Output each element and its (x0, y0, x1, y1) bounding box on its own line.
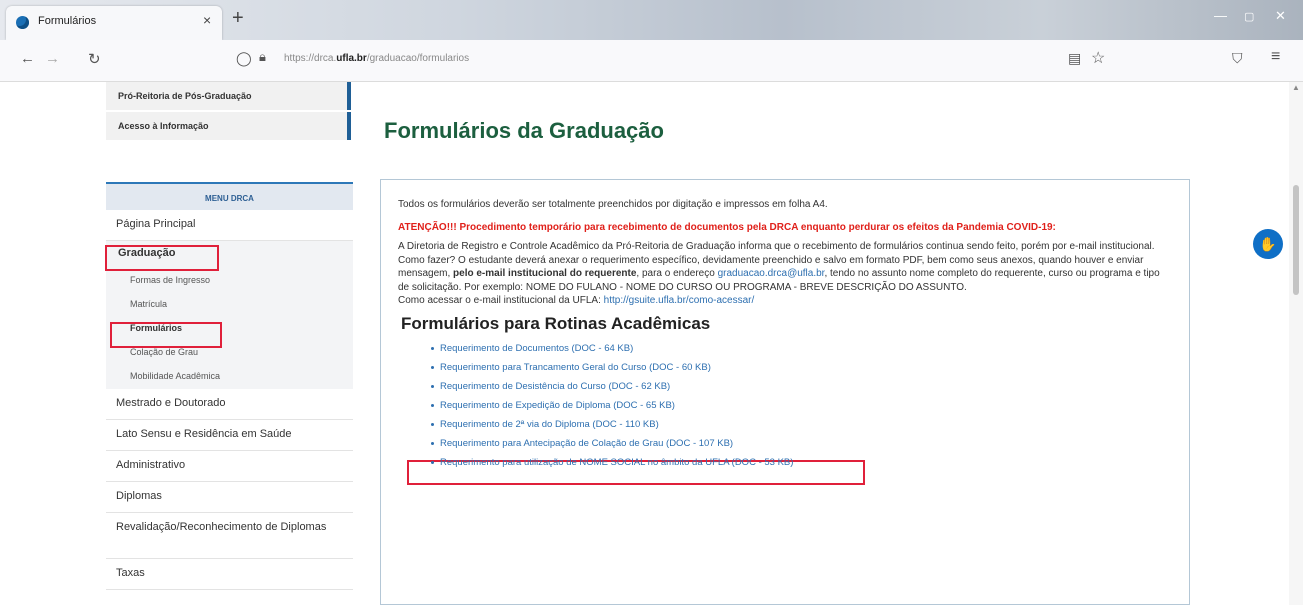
sidebar-item-mestrado[interactable]: Mestrado e Doutorado (106, 389, 353, 420)
sidebar-item-diplomas[interactable]: Diplomas (106, 482, 353, 513)
url-prefix: https://drca. (284, 53, 337, 64)
scrollbar-thumb[interactable] (1293, 185, 1299, 295)
vlibras-accessibility-icon[interactable]: ✋ (1253, 229, 1283, 259)
form-link-desistencia[interactable]: Requerimento de Desistência do Curso (DO… (431, 380, 1173, 399)
back-arrow-icon[interactable]: ← (20, 50, 35, 67)
page-title: Formulários da Graduação (384, 118, 664, 143)
sidebar-link-pos-graduacao[interactable]: Pró-Reitoria de Pós-Graduação (106, 82, 351, 110)
browser-tab-active[interactable]: Formulários × (6, 6, 222, 40)
how-to-paragraph: Como fazer? O estudante deverá anexar o … (398, 254, 1173, 295)
window-maximize-button[interactable]: ▢ (1244, 10, 1254, 23)
sidebar-item-pagina-principal[interactable]: Página Principal (106, 210, 353, 241)
lock-icon[interactable]: 🔒︎ (259, 49, 266, 65)
content-panel: Todos os formulários deverão ser totalme… (380, 179, 1190, 605)
reader-view-icon[interactable]: ▤ (1068, 50, 1081, 67)
bookmark-star-icon[interactable]: ☆ (1091, 48, 1105, 68)
intro-text: Todos os formulários deverão ser totalme… (398, 199, 828, 210)
scroll-up-arrow-icon[interactable]: ▲ (1292, 83, 1300, 92)
address-bar-url[interactable]: https://drca.ufla.br/graduacao/formulari… (284, 53, 469, 64)
covid-warning-text: ATENÇÃO!!! Procedimento temporário para … (398, 221, 1056, 233)
sidebar-item-administrativo[interactable]: Administrativo (106, 451, 353, 482)
sidebar-item-lato-sensu[interactable]: Lato Sensu e Residência em Saúde (106, 420, 353, 451)
sidebar-subitem-formas-ingresso[interactable]: Formas de Ingresso (106, 269, 353, 293)
tracking-shield-icon[interactable]: ◯ (236, 50, 252, 67)
highlight-box-graduacao (105, 245, 219, 271)
sidebar-subitem-matricula[interactable]: Matrícula (106, 293, 353, 317)
sidebar-item-taxas[interactable]: Taxas (106, 559, 353, 590)
form-link-antecipacao-colacao[interactable]: Requerimento para Antecipação de Colação… (431, 437, 1173, 456)
sidebar-menu-drca: MENU DRCA Página Principal Graduação For… (106, 182, 353, 590)
forms-list: Requerimento de Documentos (DOC - 64 KB)… (398, 342, 1173, 475)
form-link-documentos[interactable]: Requerimento de Documentos (DOC - 64 KB) (431, 342, 1173, 361)
info-paragraph: A Diretoria de Registro e Controle Acadê… (398, 241, 1155, 252)
gsuite-paragraph: Como acessar o e-mail institucional da U… (398, 294, 1173, 308)
sidebar-subitem-mobilidade[interactable]: Mobilidade Acadêmica (106, 365, 353, 389)
form-link-trancamento[interactable]: Requerimento para Trancamento Geral do C… (431, 361, 1173, 380)
url-path: /graduacao/formularios (366, 53, 470, 64)
browser-nav-bar: ← → ↻ ◯ 🔒︎ https://drca.ufla.br/graduaca… (0, 40, 1303, 82)
window-minimize-button[interactable]: — (1214, 8, 1227, 23)
new-tab-button[interactable]: + (232, 8, 244, 28)
sidebar-item-revalidacao[interactable]: Revalidação/Reconhecimento de Diplomas (106, 513, 353, 559)
section-title: Formulários para Rotinas Acadêmicas (401, 313, 711, 333)
form-link-nome-social[interactable]: Requerimento para utilização de NOME SOC… (431, 456, 1173, 475)
reload-icon[interactable]: ↻ (88, 50, 101, 68)
how-to-text-bold: pelo e-mail institucional do requerente (453, 268, 637, 279)
tab-title: Formulários (38, 15, 97, 27)
hamburger-menu-icon[interactable]: ≡ (1271, 48, 1280, 66)
browser-tab-bar: Formulários × + — ▢ ✕ (0, 0, 1303, 40)
url-domain: ufla.br (336, 53, 367, 64)
form-link-expedicao-diploma[interactable]: Requerimento de Expedição de Diploma (DO… (431, 399, 1173, 418)
menu-header: MENU DRCA (106, 182, 353, 210)
gsuite-text: Como acessar o e-mail institucional da U… (398, 295, 604, 306)
pocket-icon[interactable]: ⛉ (1232, 50, 1243, 67)
gsuite-link[interactable]: http://gsuite.ufla.br/como-acessar/ (604, 295, 755, 306)
how-to-text-b: , para o endereço (636, 268, 718, 279)
forward-arrow-icon[interactable]: → (45, 50, 60, 67)
page-scrollbar[interactable] (1289, 82, 1303, 605)
sidebar-link-acesso-informacao[interactable]: Acesso à Informação (106, 112, 351, 140)
tab-close-button[interactable]: × (203, 12, 211, 28)
form-link-2via-diploma[interactable]: Requerimento de 2ª via do Diploma (DOC -… (431, 418, 1173, 437)
highlight-box-formularios (110, 322, 222, 348)
email-link[interactable]: graduacao.drca@ufla.br (718, 268, 825, 279)
site-favicon-icon (16, 16, 29, 29)
window-close-button[interactable]: ✕ (1275, 8, 1286, 24)
